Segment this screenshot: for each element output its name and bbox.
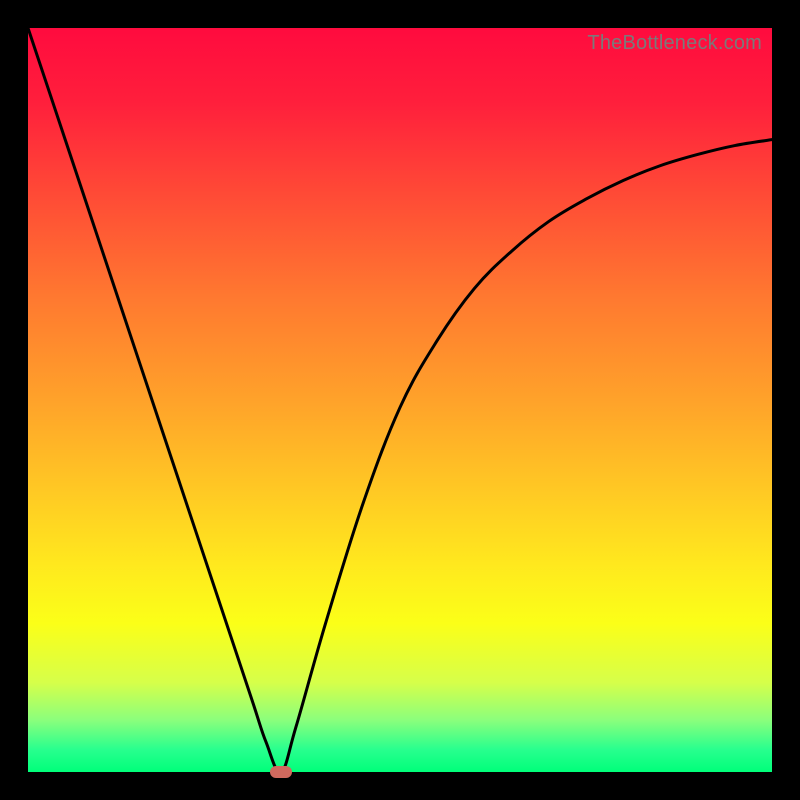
minimum-marker xyxy=(270,766,292,778)
plot-area: TheBottleneck.com xyxy=(28,28,772,772)
curve-path xyxy=(28,28,772,772)
chart-frame: TheBottleneck.com xyxy=(0,0,800,800)
bottleneck-curve xyxy=(28,28,772,772)
